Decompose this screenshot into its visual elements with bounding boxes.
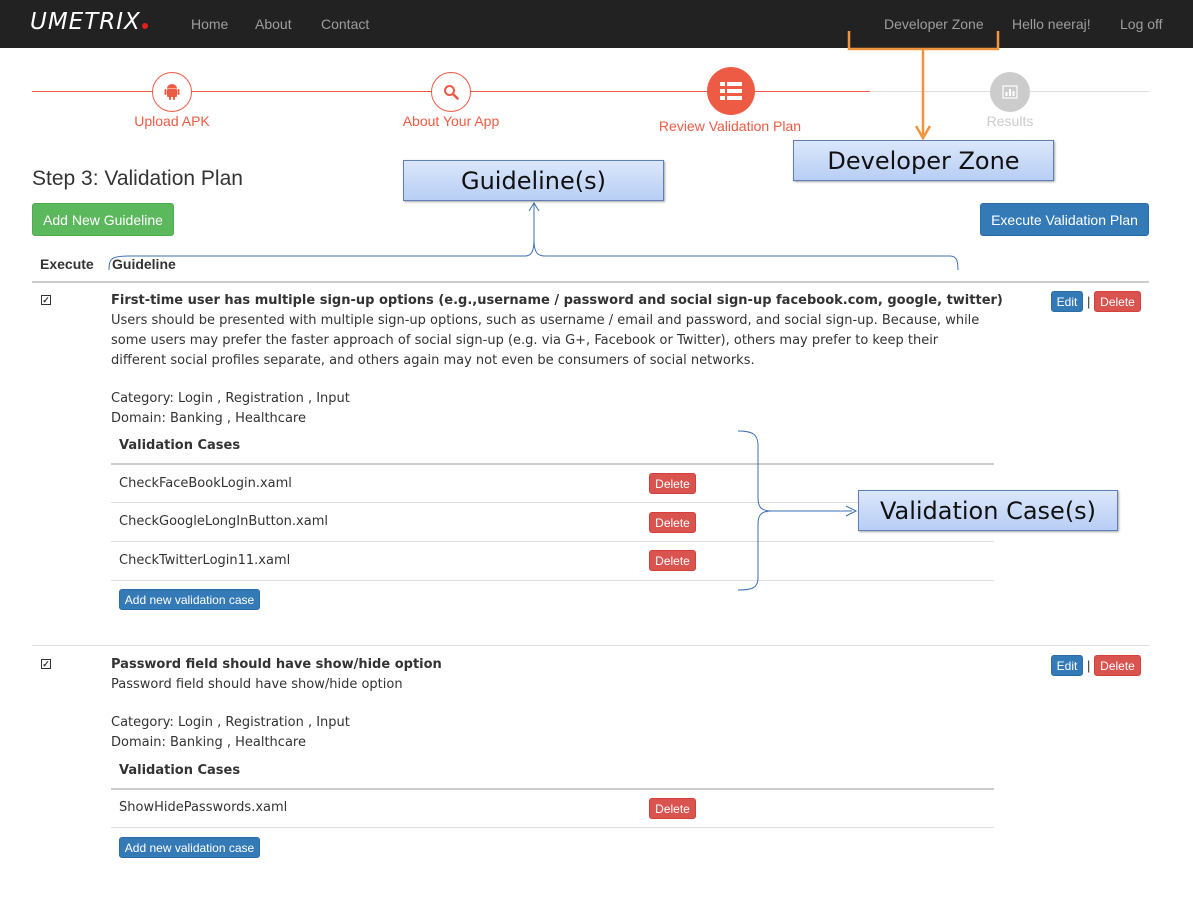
execute-checkbox[interactable]: ✓	[41, 659, 51, 669]
list-icon	[720, 82, 742, 100]
brand-logo[interactable]: UMETRIX	[30, 9, 148, 35]
validation-cases-brace-bottom	[737, 510, 773, 591]
step-review-plan-label: Review Validation Plan	[658, 118, 802, 134]
navbar: UMETRIX Home About Contact Developer Zon…	[0, 0, 1193, 48]
validation-case-divider	[111, 541, 994, 542]
validation-cases-heading: Validation Cases	[119, 763, 241, 778]
delete-guideline-button[interactable]: Delete	[1094, 291, 1141, 312]
edit-guideline-button[interactable]: Edit	[1051, 291, 1083, 312]
execute-checkbox[interactable]: ✓	[41, 295, 51, 305]
brand-name: UMETRIX	[30, 9, 141, 35]
nav-developer-zone-link[interactable]: Developer Zone	[884, 16, 984, 32]
bar-chart-icon	[1002, 85, 1018, 99]
guideline-arrow-head	[528, 202, 540, 212]
validation-cases-divider	[111, 463, 994, 465]
edit-guideline-button[interactable]: Edit	[1051, 655, 1083, 676]
validation-cases-brace-top	[737, 430, 852, 512]
search-icon	[444, 85, 459, 100]
action-separator: |	[1087, 658, 1091, 673]
nav-user-greeting-link[interactable]: Hello neeraj!	[1012, 16, 1091, 32]
validation-case-divider	[111, 827, 994, 828]
validation-cases-callout: Validation Case(s)	[858, 490, 1118, 531]
delete-validation-case-button[interactable]: Delete	[649, 550, 696, 571]
page-title: Step 3: Validation Plan	[32, 167, 243, 190]
execute-validation-plan-button[interactable]: Execute Validation Plan	[980, 203, 1149, 236]
validation-case-name: ShowHidePasswords.xaml	[119, 800, 288, 815]
nav-about-link[interactable]: About	[255, 16, 292, 32]
nav-logoff-link[interactable]: Log off	[1120, 16, 1163, 32]
validation-case-divider	[111, 580, 994, 581]
validation-case-name: CheckGoogleLongInButton.xaml	[119, 514, 328, 529]
nav-contact-link[interactable]: Contact	[321, 16, 369, 32]
step-results[interactable]	[990, 72, 1030, 112]
delete-validation-case-button[interactable]: Delete	[649, 512, 696, 533]
guideline-column-header: Guideline	[112, 256, 176, 272]
nav-home-link[interactable]: Home	[191, 16, 228, 32]
add-new-guideline-button[interactable]: Add New Guideline	[32, 203, 174, 236]
add-validation-case-button[interactable]: Add new validation case	[119, 589, 260, 610]
step-about-app-label: About Your App	[402, 113, 500, 129]
brand-dot-icon	[141, 23, 148, 29]
guideline-brace-right	[533, 239, 959, 271]
step-upload-apk-label: Upload APK	[134, 113, 210, 129]
step-results-label: Results	[986, 113, 1034, 129]
step-about-app[interactable]	[431, 72, 471, 112]
guideline-domain: Domain: Banking , Healthcare	[111, 735, 306, 750]
validation-cases-divider	[111, 788, 994, 790]
execute-column-header: Execute	[40, 256, 94, 272]
developer-zone-callout: Developer Zone	[793, 140, 1054, 181]
delete-guideline-button[interactable]: Delete	[1094, 655, 1141, 676]
add-validation-case-button[interactable]: Add new validation case	[119, 837, 260, 858]
guideline-title: First-time user has multiple sign-up opt…	[111, 293, 1003, 308]
validation-case-name: CheckFaceBookLogin.xaml	[119, 476, 292, 491]
guideline-title: Password field should have show/hide opt…	[111, 657, 442, 672]
validation-cases-arrow-head	[845, 505, 858, 517]
guideline-category: Category: Login , Registration , Input	[111, 715, 350, 730]
step-upload-apk[interactable]	[152, 72, 192, 112]
guideline-description: Password field should have show/hide opt…	[111, 677, 403, 692]
delete-validation-case-button[interactable]: Delete	[649, 798, 696, 819]
action-separator: |	[1087, 294, 1091, 309]
guidelines-callout: Guideline(s)	[403, 160, 664, 201]
guideline-description: Users should be presented with multiple …	[111, 313, 980, 368]
validation-case-name: CheckTwitterLogin11.xaml	[119, 553, 291, 568]
table-header-divider	[32, 281, 1149, 283]
delete-validation-case-button[interactable]: Delete	[649, 473, 696, 494]
guideline-domain: Domain: Banking , Healthcare	[111, 411, 306, 426]
validation-cases-heading: Validation Cases	[119, 438, 241, 453]
guideline-row-divider	[32, 645, 1149, 646]
android-icon	[164, 84, 180, 100]
guideline-category: Category: Login , Registration , Input	[111, 391, 350, 406]
step-review-plan[interactable]	[707, 67, 755, 115]
